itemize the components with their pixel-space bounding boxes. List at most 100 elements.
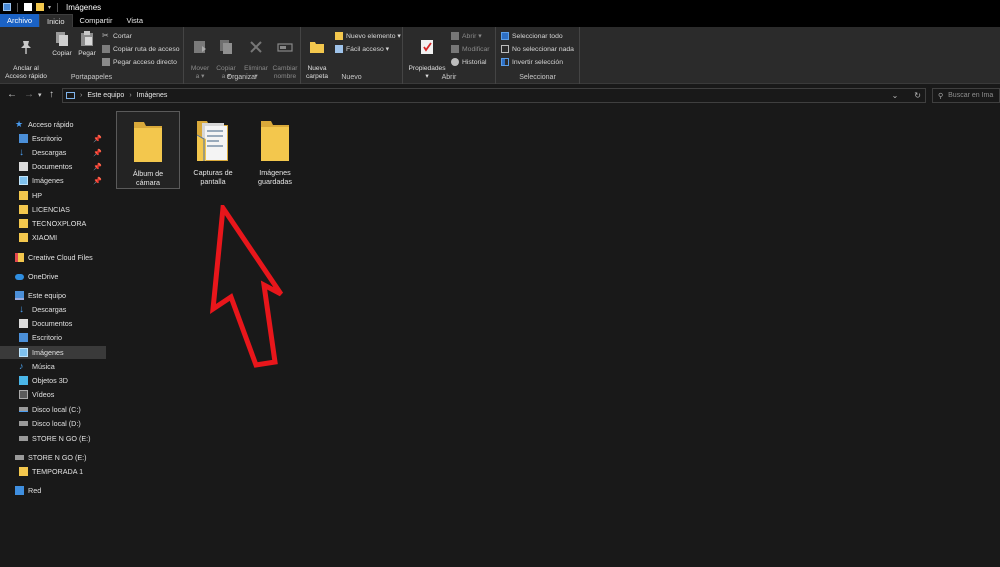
sidebar-item-escritorio-pc[interactable]: Escritorio <box>0 331 106 344</box>
tab-inicio[interactable]: Inicio <box>39 14 73 27</box>
copy-path-button[interactable]: Copiar ruta de acceso <box>102 45 180 53</box>
folder-album-de-camara[interactable]: Álbum de cámara <box>116 111 180 189</box>
sidebar-item-disco-c[interactable]: Disco local (C:) <box>0 403 106 416</box>
sidebar-item-store-n-go-root[interactable]: STORE N GO (E:) <box>0 451 106 464</box>
group-nuevo: Nueva carpeta Nuevo elemento ▾ Fácil acc… <box>301 27 403 84</box>
recent-locations-chevron-icon[interactable]: ▾ <box>38 91 42 99</box>
sidebar-item-xiaomi[interactable]: XIAOMI <box>0 231 106 244</box>
sidebar-item-quick-access[interactable]: ★ Acceso rápido <box>0 118 106 131</box>
address-bar[interactable]: › Este equipo › Imágenes ⌄ ↻ <box>62 88 926 103</box>
folder-name-line1: Álbum de <box>132 169 164 178</box>
history-label: Historial <box>462 58 487 66</box>
cut-button[interactable]: ✂ Cortar <box>102 32 132 40</box>
sidebar-item-hp[interactable]: HP <box>0 189 106 202</box>
folder-icon <box>19 233 28 242</box>
group-seleccionar: Seleccionar todo No seleccionar nada Inv… <box>496 27 580 84</box>
sidebar-item-documentos[interactable]: Documentos 📌 <box>0 160 106 173</box>
rename-button[interactable]: Cambiar nombre <box>270 30 300 80</box>
select-none-button[interactable]: No seleccionar nada <box>501 45 574 53</box>
new-item-label: Nuevo elemento ▾ <box>346 33 401 40</box>
sidebar-label: Descargas <box>32 305 67 314</box>
back-arrow-icon[interactable]: ← <box>7 89 17 100</box>
breadcrumb-este-equipo[interactable]: Este equipo <box>87 92 124 99</box>
open-icon <box>451 32 459 40</box>
pin-icon: 📌 <box>93 135 102 143</box>
sidebar-item-temporada-1[interactable]: TEMPORADA 1 <box>0 465 106 478</box>
sidebar-item-imagenes-pc[interactable]: Imágenes <box>0 346 106 359</box>
window-title: Imágenes <box>66 2 102 12</box>
sidebar-item-onedrive[interactable]: OneDrive <box>0 270 106 283</box>
edit-button[interactable]: Modificar <box>451 45 490 53</box>
easy-access-button[interactable]: Fácil acceso ▾ <box>335 45 389 53</box>
search-box[interactable]: ⚲ Buscar en Ima <box>932 88 1000 103</box>
paste-shortcut-button[interactable]: Pegar acceso directo <box>102 58 177 66</box>
drive-icon <box>19 407 28 412</box>
sidebar-item-descargas[interactable]: ↓ Descargas 📌 <box>0 146 106 159</box>
sidebar-item-store-n-go[interactable]: STORE N GO (E:) <box>0 432 106 445</box>
invert-selection-button[interactable]: Invertir selección <box>501 58 563 66</box>
sidebar-item-musica[interactable]: ♪ Música <box>0 360 106 373</box>
usb-drive-icon <box>15 455 24 460</box>
paste-shortcut-icon <box>102 58 110 66</box>
history-icon <box>451 58 459 66</box>
paste-icon <box>81 31 93 46</box>
copy-button[interactable]: Copiar <box>50 30 74 58</box>
cube-icon <box>19 376 28 385</box>
tab-compartir[interactable]: Compartir <box>73 14 120 27</box>
breadcrumb-separator-icon-2: › <box>129 92 132 99</box>
sidebar-item-documentos-pc[interactable]: Documentos <box>0 317 106 330</box>
copy-label: Copiar <box>52 50 72 57</box>
customize-quick-access-icon[interactable]: ▾ <box>48 4 51 11</box>
computer-icon <box>15 291 24 300</box>
refresh-icon[interactable]: ↻ <box>914 91 921 100</box>
properties-button[interactable]: Propiedades ▾ <box>406 30 448 80</box>
folder-with-documents-icon <box>196 121 228 161</box>
creative-cloud-icon <box>15 253 24 262</box>
sidebar-item-descargas-pc[interactable]: ↓ Descargas <box>0 303 106 316</box>
sidebar-item-este-equipo[interactable]: Este equipo <box>0 289 106 302</box>
select-all-button[interactable]: Seleccionar todo <box>501 32 563 40</box>
sidebar-item-tecnoxplora[interactable]: TECNOXPLORA <box>0 217 106 230</box>
move-to-button[interactable]: Mover a ▾ <box>188 30 212 80</box>
new-folder-button[interactable]: Nueva carpeta <box>303 30 331 80</box>
easy-access-label: Fácil acceso ▾ <box>346 46 390 53</box>
rename-icon <box>277 42 293 52</box>
sidebar-item-red[interactable]: Red <box>0 484 106 497</box>
sidebar-label: Imágenes <box>32 176 64 185</box>
desktop-icon <box>19 134 28 143</box>
breadcrumb-imagenes[interactable]: Imágenes <box>137 92 168 99</box>
sidebar-item-objetos-3d[interactable]: Objetos 3D <box>0 374 106 387</box>
open-button[interactable]: Abrir ▾ <box>451 32 482 40</box>
documents-icon <box>19 162 28 171</box>
network-icon <box>15 486 24 495</box>
sidebar-item-licencias[interactable]: LICENCIAS <box>0 203 106 216</box>
sidebar-label: STORE N GO (E:) <box>32 434 91 443</box>
pictures-icon <box>19 176 28 185</box>
new-folder-quick-icon[interactable] <box>36 3 44 11</box>
red-arrow-annotation-icon <box>209 205 284 368</box>
paste-button[interactable]: Pegar <box>76 30 98 58</box>
history-button[interactable]: Historial <box>451 58 487 66</box>
group-label-organizar: Organizar <box>226 74 258 81</box>
sidebar-item-videos[interactable]: Vídeos <box>0 388 106 401</box>
tab-vista[interactable]: Vista <box>119 14 150 27</box>
sidebar-label: Creative Cloud Files <box>28 253 93 262</box>
folder-icon <box>19 191 28 200</box>
tab-archivo[interactable]: Archivo <box>0 14 40 27</box>
sidebar-item-imagenes[interactable]: Imágenes 📌 <box>0 174 106 187</box>
copy-to-button[interactable]: Copiar a ▾ <box>214 30 238 80</box>
sidebar-item-disco-d[interactable]: Disco local (D:) <box>0 417 106 430</box>
new-item-button[interactable]: Nuevo elemento ▾ <box>335 32 401 40</box>
folder-capturas-de-pantalla[interactable]: Capturas de pantalla <box>181 111 245 189</box>
pin-quick-access-button[interactable]: Anclar al Acceso rápido <box>4 30 48 80</box>
up-arrow-icon[interactable]: ↑ <box>49 89 54 100</box>
folder-name-line1: Imágenes <box>259 168 291 177</box>
delete-icon <box>250 40 262 53</box>
folder-imagenes-guardadas[interactable]: Imágenes guardadas <box>243 111 307 189</box>
forward-arrow-icon[interactable]: → <box>24 89 34 100</box>
delete-button[interactable]: Eliminar ▾ <box>242 30 270 80</box>
address-dropdown-icon[interactable]: ⌄ <box>892 91 899 100</box>
sidebar-item-escritorio[interactable]: Escritorio 📌 <box>0 132 106 145</box>
properties-quick-icon[interactable] <box>24 3 32 11</box>
sidebar-item-creative-cloud[interactable]: Creative Cloud Files <box>0 251 106 264</box>
